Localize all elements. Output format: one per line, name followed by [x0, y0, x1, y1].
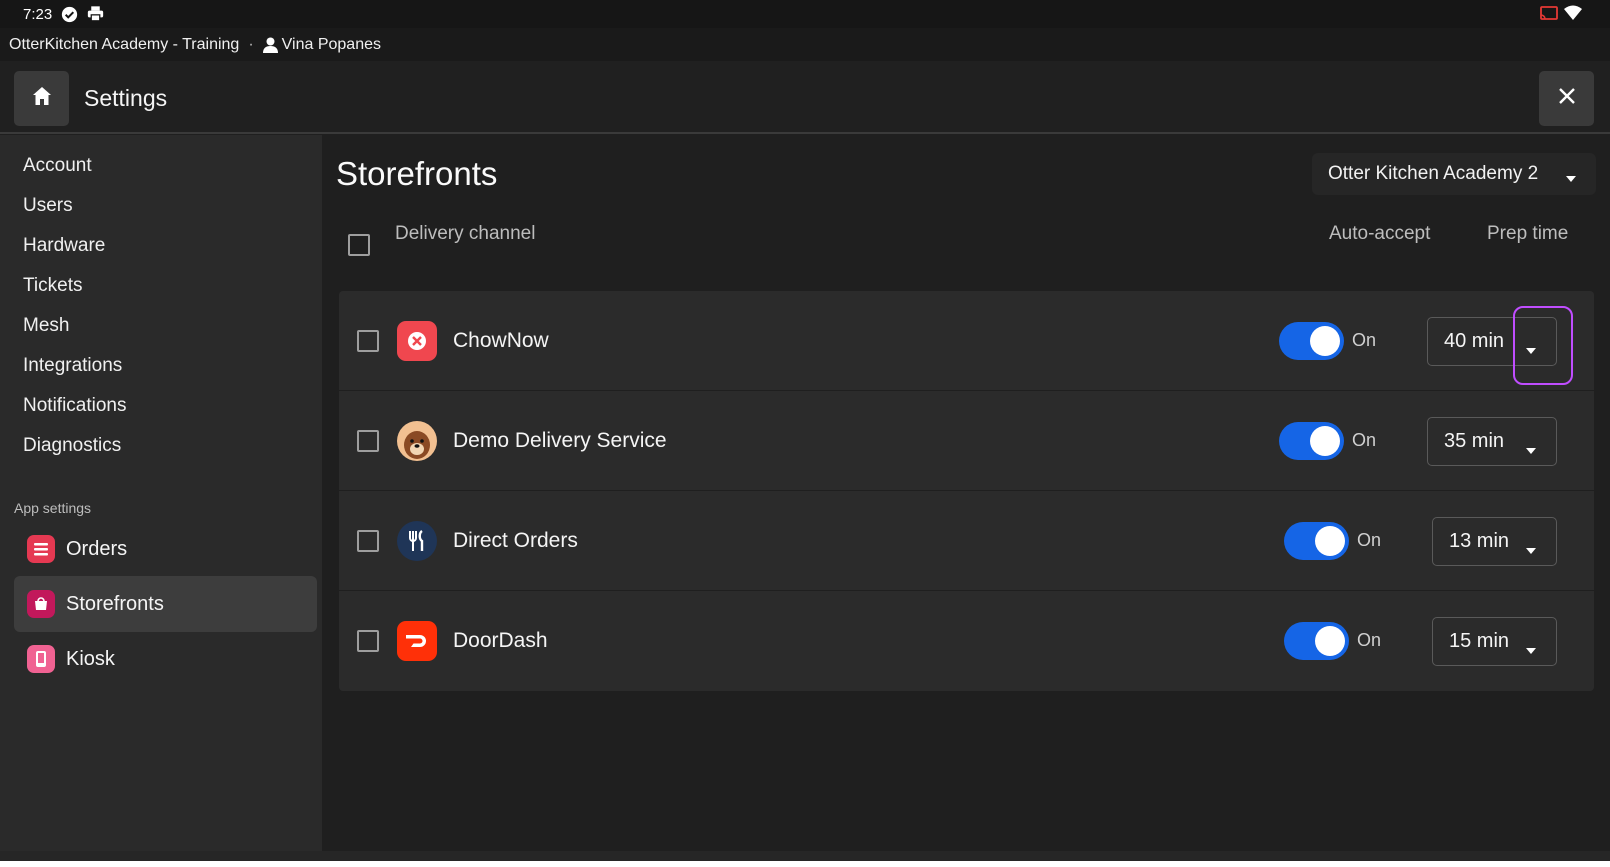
prep-time-value: 15 min: [1449, 630, 1510, 652]
storefronts-panel: Storefronts Otter Kitchen Academy 2 Deli…: [322, 135, 1610, 851]
separator: ·: [248, 35, 254, 53]
sidebar-item-orders[interactable]: Orders: [14, 521, 317, 577]
chevron-down-icon: [1526, 537, 1536, 560]
channel-name: DoorDash: [453, 629, 548, 652]
table-row: Direct Orders On 13 min: [339, 491, 1594, 591]
chevron-down-icon: [1526, 637, 1536, 660]
store-selector-dropdown[interactable]: Otter Kitchen Academy 2: [1312, 153, 1596, 195]
sidebar-item-label: Kiosk: [66, 647, 115, 670]
sidebar-item-tickets[interactable]: Tickets: [23, 275, 82, 297]
printer-icon: [87, 6, 104, 22]
column-header-prep-time: Prep time: [1487, 223, 1569, 244]
channel-name: Direct Orders: [453, 529, 578, 552]
app-screen: 7:23 OtterKitchen Academy - Training · V…: [0, 0, 1610, 861]
chevron-down-icon: [1566, 166, 1576, 188]
storefronts-icon: [27, 590, 55, 618]
fork-knife-icon: [397, 521, 437, 561]
prep-time-value: 35 min: [1444, 430, 1505, 452]
doordash-logo-icon: [397, 621, 437, 661]
settings-header: Settings: [0, 61, 1610, 134]
table-row: DoorDash On 15 min: [339, 591, 1594, 691]
page-title: Storefronts: [336, 155, 498, 192]
column-header-auto-accept: Auto-accept: [1329, 223, 1431, 244]
sidebar-item-integrations[interactable]: Integrations: [23, 355, 122, 377]
sidebar-item-notifications[interactable]: Notifications: [23, 395, 127, 417]
sidebar-item-hardware[interactable]: Hardware: [23, 235, 105, 257]
channel-name: ChowNow: [453, 329, 549, 352]
user-name: Vina Popanes: [281, 35, 381, 53]
select-all-checkbox[interactable]: [348, 234, 370, 256]
prep-time-value: 40 min: [1444, 330, 1505, 352]
kiosk-icon: [27, 645, 55, 673]
auto-accept-toggle[interactable]: [1284, 522, 1349, 560]
sidebar-item-label: Orders: [66, 537, 128, 560]
row-checkbox[interactable]: [357, 330, 379, 352]
row-checkbox[interactable]: [357, 530, 379, 552]
auto-accept-status: On: [1357, 530, 1382, 550]
prep-time-dropdown[interactable]: 15 min: [1432, 617, 1557, 666]
auto-accept-toggle[interactable]: [1279, 422, 1344, 460]
storefronts-table: ChowNow On 40 min Demo Delivery Service: [339, 291, 1594, 691]
auto-accept-status: On: [1357, 630, 1382, 650]
wifi-icon: [1564, 5, 1582, 25]
close-button[interactable]: [1539, 71, 1594, 126]
auto-accept-status: On: [1352, 430, 1377, 450]
home-button[interactable]: [14, 71, 69, 126]
status-bar: 7:23: [0, 0, 1610, 28]
sidebar-item-mesh[interactable]: Mesh: [23, 315, 69, 337]
check-circle-icon: [61, 6, 78, 23]
auto-accept-toggle[interactable]: [1284, 622, 1349, 660]
home-icon: [32, 86, 52, 111]
session-bar: OtterKitchen Academy - Training · Vina P…: [0, 28, 1610, 61]
sidebar-item-label: Storefronts: [66, 592, 164, 615]
user-icon: [262, 37, 278, 53]
channel-name: Demo Delivery Service: [453, 429, 667, 452]
store-selector-value: Otter Kitchen Academy 2: [1328, 163, 1539, 184]
app-settings-heading: App settings: [14, 500, 92, 516]
bottom-edge: [0, 851, 1610, 861]
table-row: Demo Delivery Service On 35 min: [339, 391, 1594, 491]
sidebar-item-storefronts[interactable]: Storefronts: [14, 576, 317, 632]
prep-time-dropdown[interactable]: 35 min: [1427, 417, 1557, 466]
status-time: 7:23: [23, 5, 53, 23]
sidebar-item-users[interactable]: Users: [23, 195, 73, 217]
prep-time-dropdown[interactable]: 40 min: [1427, 317, 1557, 366]
page-header-title: Settings: [84, 85, 168, 111]
row-checkbox[interactable]: [357, 430, 379, 452]
sidebar-item-kiosk[interactable]: Kiosk: [14, 631, 317, 687]
sidebar-item-diagnostics[interactable]: Diagnostics: [23, 435, 121, 457]
column-header-delivery-channel: Delivery channel: [395, 223, 536, 244]
chevron-down-icon: [1526, 337, 1536, 360]
settings-sidebar: Account Users Hardware Tickets Mesh Inte…: [0, 135, 322, 851]
table-row: ChowNow On 40 min: [339, 291, 1594, 391]
auto-accept-toggle[interactable]: [1279, 322, 1344, 360]
cast-icon: [1540, 5, 1558, 25]
org-name: OtterKitchen Academy - Training: [9, 35, 240, 53]
prep-time-dropdown[interactable]: 13 min: [1432, 517, 1557, 566]
otter-logo-icon: [397, 421, 437, 461]
sidebar-item-account[interactable]: Account: [23, 155, 92, 177]
auto-accept-status: On: [1352, 330, 1377, 350]
row-checkbox[interactable]: [357, 630, 379, 652]
orders-icon: [27, 535, 55, 563]
chownow-logo-icon: [397, 321, 437, 361]
close-icon: [1558, 87, 1576, 110]
chevron-down-icon: [1526, 437, 1536, 460]
prep-time-value: 13 min: [1449, 530, 1510, 552]
